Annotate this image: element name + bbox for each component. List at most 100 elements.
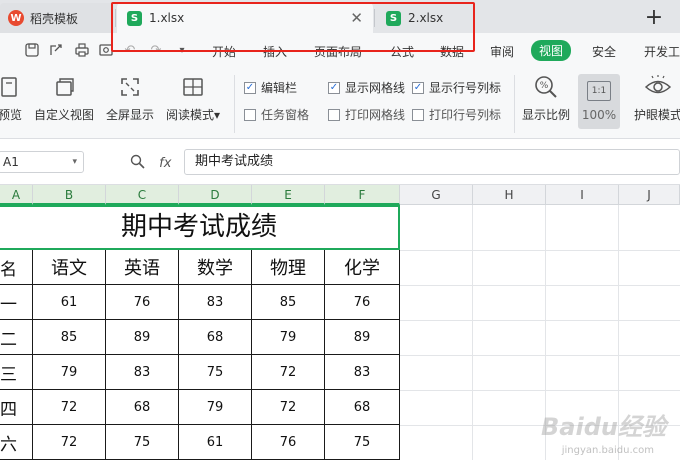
add-tab-button[interactable]: + — [640, 3, 668, 31]
score-cell[interactable]: 85 — [33, 320, 106, 355]
print-icon[interactable] — [74, 42, 90, 58]
chevron-down-icon[interactable]: ▾ — [174, 42, 190, 58]
score-cell[interactable]: 72 — [33, 425, 106, 460]
score-cell[interactable]: 75 — [106, 425, 179, 460]
column-header-c[interactable]: C — [106, 185, 179, 205]
menu-view[interactable]: 视图 — [531, 40, 572, 61]
header-cell-name[interactable]: 名 — [0, 250, 33, 285]
close-icon[interactable]: ✕ — [350, 9, 363, 27]
ribbon-divider — [514, 75, 515, 133]
score-cell[interactable]: 68 — [179, 320, 252, 355]
score-cell[interactable]: 79 — [179, 390, 252, 425]
name-box[interactable]: A1 ▾ — [0, 151, 84, 173]
score-cell[interactable]: 72 — [33, 390, 106, 425]
undo-icon[interactable]: ↶ — [122, 42, 138, 58]
header-cell-math[interactable]: 数学 — [179, 250, 252, 285]
column-header-g[interactable]: G — [400, 185, 473, 205]
score-table: 期中考试成绩 名 语文 英语 数学 物理 化学 一 61 76 83 85 76… — [0, 205, 400, 460]
score-cell[interactable]: 83 — [179, 285, 252, 320]
score-cell[interactable]: 79 — [33, 355, 106, 390]
menu-data[interactable]: 数据 — [440, 43, 464, 60]
print-gridlines-checkbox[interactable]: 打印网格线 — [328, 106, 405, 123]
score-cell[interactable]: 76 — [325, 285, 400, 320]
column-header-b[interactable]: B — [33, 185, 106, 205]
column-header-a[interactable]: A — [0, 185, 33, 205]
edit-bar-checkbox[interactable]: ✓ 编辑栏 — [244, 79, 297, 96]
zoom-search-icon[interactable] — [130, 154, 145, 173]
score-cell[interactable]: 68 — [325, 390, 400, 425]
custom-view-button[interactable]: 自定义视图 — [34, 73, 94, 123]
view-ribbon: 预览 自定义视图 全屏显示 阅读模式▾ ✓ 编辑栏 ✓ 显示网格线 ✓ 显示行号… — [0, 69, 680, 139]
name-cell[interactable]: 一 — [0, 285, 33, 320]
column-header-h[interactable]: H — [473, 185, 546, 205]
print-headers-checkbox[interactable]: 打印行号列标 — [412, 106, 501, 123]
header-cell-english[interactable]: 英语 — [106, 250, 179, 285]
name-cell[interactable]: 四 — [0, 390, 33, 425]
column-header-j[interactable]: J — [619, 185, 680, 205]
menu-security[interactable]: 安全 — [592, 43, 616, 60]
show-headers-checkbox[interactable]: ✓ 显示行号列标 — [412, 79, 501, 96]
column-header-f[interactable]: F — [325, 185, 400, 205]
ribbon-divider — [234, 75, 235, 133]
header-cell-physics[interactable]: 物理 — [252, 250, 325, 285]
export-icon[interactable] — [48, 42, 64, 58]
score-cell[interactable]: 76 — [252, 425, 325, 460]
chevron-down-icon: ▾ — [214, 108, 221, 122]
score-cell[interactable]: 85 — [252, 285, 325, 320]
chevron-down-icon[interactable]: ▾ — [72, 152, 77, 172]
tab-file-1[interactable]: S 1.xlsx ✕ — [117, 3, 373, 33]
tab-bar: W 稻壳模板 S 1.xlsx ✕ S 2.xlsx + — [0, 0, 680, 33]
menu-home[interactable]: 开始 — [212, 43, 236, 60]
function-tools: fx — [130, 154, 171, 173]
tab-file-2[interactable]: S 2.xlsx — [376, 3, 626, 33]
cell-grid[interactable]: 期中考试成绩 名 语文 英语 数学 物理 化学 一 61 76 83 85 76… — [0, 205, 680, 460]
score-cell[interactable]: 61 — [179, 425, 252, 460]
tab-docer-templates[interactable]: W 稻壳模板 — [0, 3, 114, 33]
menu-insert[interactable]: 插入 — [263, 43, 287, 60]
score-cell[interactable]: 79 — [252, 320, 325, 355]
menu-formulas[interactable]: 公式 — [390, 43, 414, 60]
task-pane-checkbox[interactable]: 任务窗格 — [244, 106, 309, 123]
tab-label: 稻壳模板 — [30, 11, 79, 26]
score-cell[interactable]: 83 — [106, 355, 179, 390]
redo-icon[interactable]: ↷ — [148, 42, 164, 58]
zoom-ratio-button[interactable]: % 显示比例 — [522, 73, 570, 123]
header-cell-chinese[interactable]: 语文 — [33, 250, 106, 285]
menu-developer[interactable]: 开发工 — [644, 43, 680, 60]
header-cell-chemistry[interactable]: 化学 — [325, 250, 400, 285]
column-header-i[interactable]: I — [546, 185, 619, 205]
score-cell[interactable]: 72 — [252, 355, 325, 390]
spreadsheet-icon: S — [386, 10, 401, 26]
show-gridlines-checkbox[interactable]: ✓ 显示网格线 — [328, 79, 405, 96]
score-cell[interactable]: 61 — [33, 285, 106, 320]
score-cell[interactable]: 89 — [325, 320, 400, 355]
preview-button[interactable]: 预览 — [0, 73, 24, 123]
wps-logo-icon: W — [8, 10, 24, 26]
check-icon: ✓ — [412, 81, 424, 94]
column-header-d[interactable]: D — [179, 185, 252, 205]
zoom-100-button[interactable]: 1:1 100% — [578, 74, 620, 129]
score-cell[interactable]: 83 — [325, 355, 400, 390]
insert-function-button[interactable]: fx — [159, 156, 171, 171]
score-cell[interactable]: 89 — [106, 320, 179, 355]
column-header-e[interactable]: E — [252, 185, 325, 205]
score-cell[interactable]: 76 — [106, 285, 179, 320]
cell-reference: A1 — [3, 155, 19, 169]
eye-protection-button[interactable]: 护眼模式 — [634, 73, 680, 123]
menu-page-layout[interactable]: 页面布局 — [314, 43, 362, 60]
name-cell[interactable]: 二 — [0, 320, 33, 355]
reading-mode-button[interactable]: 阅读模式▾ — [166, 73, 220, 123]
score-cell[interactable]: 72 — [252, 390, 325, 425]
score-cell[interactable]: 75 — [325, 425, 400, 460]
name-cell[interactable]: 六 — [0, 425, 33, 460]
fullscreen-button[interactable]: 全屏显示 — [106, 73, 154, 123]
print-preview-icon[interactable] — [98, 42, 114, 58]
reading-mode-icon — [179, 73, 207, 101]
score-cell[interactable]: 75 — [179, 355, 252, 390]
score-cell[interactable]: 68 — [106, 390, 179, 425]
name-cell[interactable]: 三 — [0, 355, 33, 390]
menu-review[interactable]: 审阅 — [490, 43, 514, 60]
title-cell[interactable]: 期中考试成绩 — [0, 205, 400, 250]
formula-input[interactable]: 期中考试成绩 — [184, 149, 680, 175]
save-icon[interactable] — [24, 42, 40, 58]
